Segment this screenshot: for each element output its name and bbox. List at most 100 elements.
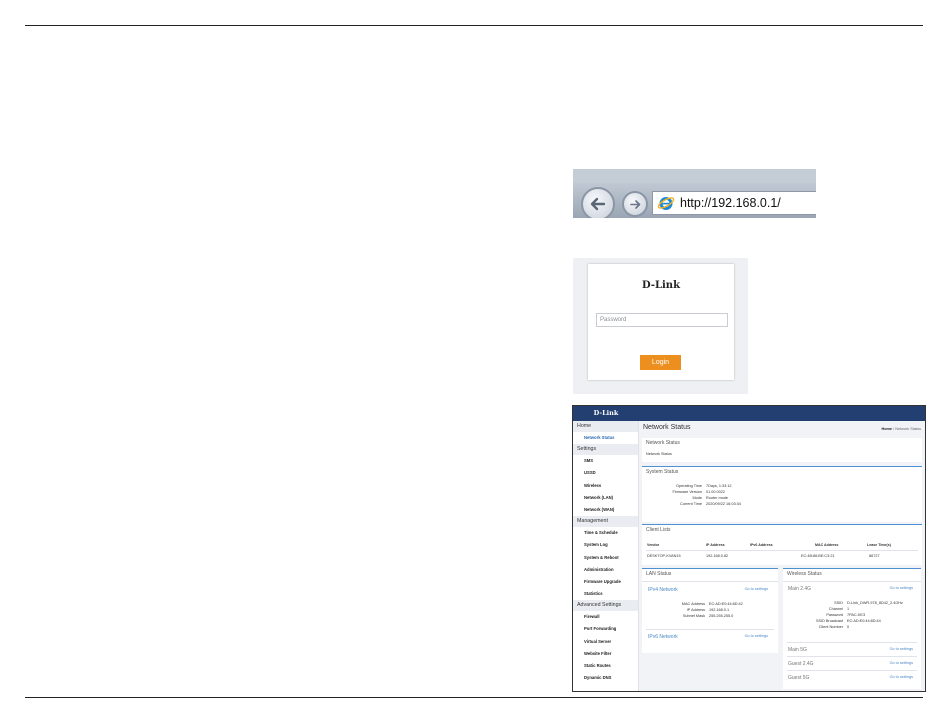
system-status-box: System Status Operating Time 7Days, 1:33…	[642, 466, 922, 522]
sidebar-item-system-reboot[interactable]: System & Reboot	[573, 552, 638, 564]
arrow-left-icon	[590, 197, 606, 211]
page-title: Network Status	[643, 424, 691, 431]
operating-time-label: Operating Time	[676, 484, 702, 488]
sidebar-item-network-status[interactable]: Network Status	[573, 432, 638, 444]
sidebar-item-firewall[interactable]: Firewall	[573, 611, 638, 623]
sidebar-item-sms[interactable]: SMS	[573, 455, 638, 467]
subnet-mask-label: Subnet Mask	[682, 614, 705, 618]
current-time-value: 2020/09/22 16:03:34	[706, 502, 741, 506]
router-network-status-page: D-Link Home Network Status Settings SMS …	[572, 405, 926, 692]
bottom-rule	[25, 697, 923, 698]
mode-value: Router mode	[706, 496, 728, 500]
arrow-right-icon	[629, 199, 640, 209]
sidebar-item-network-wan[interactable]: Network (WAN)	[573, 504, 638, 516]
client-table-divider	[646, 550, 918, 551]
back-button[interactable]	[581, 187, 615, 218]
lan-ipv6-go-to-settings[interactable]: Go to settings	[745, 634, 768, 638]
sidebar-item-port-forwarding[interactable]: Port Forwarding	[573, 623, 638, 635]
client-lists-title: Client Lists	[646, 527, 671, 533]
password-label: Password	[826, 613, 843, 617]
sidebar-item-static-routes[interactable]: Static Routes	[573, 660, 638, 672]
system-status-title: System Status	[646, 469, 679, 475]
breadcrumb: Home / Network Status	[882, 427, 922, 431]
sidebar-item-statistics[interactable]: Statistics	[573, 588, 638, 600]
mode-label: Mode	[692, 496, 703, 500]
ip-address-label: IP Address	[686, 608, 705, 612]
login-page: D-Link Password Login	[573, 258, 748, 394]
sidebar-section-home[interactable]: Home	[573, 421, 638, 432]
lan-ipv4-go-to-settings[interactable]: Go to settings	[745, 587, 768, 591]
col-lease-time: Lease Time(s)	[867, 543, 891, 547]
password-input[interactable]: Password	[596, 313, 728, 327]
client-number-value: 0	[847, 625, 850, 629]
main-2-4g-label: Main 2.4G	[788, 586, 812, 592]
internet-explorer-icon	[657, 197, 675, 210]
ssid-label: SSID	[834, 601, 843, 605]
forward-button[interactable]	[622, 191, 648, 217]
wireless-divider-main5g	[787, 642, 917, 643]
ipv6-network-label: IPv6 Network	[648, 634, 678, 640]
client-number-label: Client Number	[818, 625, 843, 629]
lan-status-box: LAN Status IPv4 Network Go to settings M…	[642, 568, 778, 653]
main-2-4g-go-to-settings[interactable]: Go to settings	[890, 586, 913, 590]
main-5g-label: Main 5G	[788, 647, 807, 653]
guest-2-4g-label: Guest 2.4G	[788, 661, 814, 667]
sidebar-item-wireless[interactable]: Wireless	[573, 480, 638, 492]
channel-value: 1	[847, 607, 850, 611]
sidebar-item-dynamic-dns[interactable]: Dynamic DNS	[573, 672, 638, 684]
ipv4-network-label: IPv4 Network	[648, 587, 678, 593]
wireless-divider-top	[783, 581, 921, 582]
ssid-value: D-Link_DWR-978_8D42_2.4GHz	[847, 601, 903, 605]
url-text: http://192.168.0.1/	[680, 196, 781, 210]
router-header: D-Link	[573, 406, 925, 421]
url-field[interactable]: http://192.168.0.1/	[652, 191, 816, 215]
lan-divider-ipv6	[646, 629, 774, 630]
sidebar-item-firmware-upgrade[interactable]: Firmware Upgrade	[573, 576, 638, 588]
top-rule	[25, 25, 923, 26]
network-status-value: Network Status	[646, 452, 672, 456]
client-vendor: DESKTOP-KVAN15	[647, 554, 681, 558]
wireless-status-box: Wireless Status Main 2.4G Go to settings…	[783, 568, 921, 689]
sidebar-item-website-filter[interactable]: Website Filter	[573, 648, 638, 660]
col-vendor: Vendor	[647, 543, 660, 547]
operating-time-value: 7Days, 1:33:12	[706, 484, 732, 488]
guest-5g-go-to-settings[interactable]: Go to settings	[890, 675, 913, 679]
col-mac-address: MAC Address	[815, 543, 839, 547]
breadcrumb-home[interactable]: Home	[882, 427, 893, 431]
ip-address-value: 192.168.0.1	[709, 608, 730, 612]
password-value: 7PAC-KE3	[847, 613, 866, 617]
client-mac: EC:4B:86:BE:C3:21	[801, 554, 835, 558]
login-card: D-Link Password Login	[588, 264, 734, 380]
lan-status-title: LAN Status	[646, 571, 672, 577]
ssid-broadcast-label: SSID Broadcast	[815, 619, 843, 623]
lan-divider-top	[642, 581, 778, 582]
breadcrumb-current: Network Status	[895, 427, 921, 431]
sidebar-section-advanced[interactable]: Advanced Settings	[573, 600, 638, 612]
client-lease-time: 86727	[869, 554, 880, 558]
sidebar-item-time-schedule[interactable]: Time & Schedule	[573, 527, 638, 539]
sidebar-item-network-lan[interactable]: Network (LAN)	[573, 492, 638, 504]
subnet-mask-value: 255.255.255.0	[709, 614, 734, 618]
router-main: Network Status Home / Network Status Net…	[639, 421, 925, 691]
guest-2-4g-go-to-settings[interactable]: Go to settings	[890, 661, 913, 665]
client-ip: 192.168.0.82	[706, 554, 729, 558]
router-dlink-logo: D-Link	[593, 409, 619, 417]
sidebar-item-system-log[interactable]: System Log	[573, 539, 638, 551]
sidebar-item-administration[interactable]: Administration	[573, 564, 638, 576]
current-time-label: Current Time	[680, 502, 702, 506]
router-sidebar: Home Network Status Settings SMS USSD Wi…	[573, 421, 639, 691]
sidebar-item-virtual-server[interactable]: Virtual Server	[573, 636, 638, 648]
network-status-title: Network Status	[646, 440, 680, 446]
main-5g-go-to-settings[interactable]: Go to settings	[890, 647, 913, 651]
col-ipv6-address: IPv6 Address	[750, 543, 773, 547]
ssid-broadcast-value: EC:AD:E0:44:8D:44	[847, 619, 881, 623]
login-button[interactable]: Login	[640, 355, 681, 370]
wireless-divider-guest5g	[787, 670, 917, 671]
browser-tab-strip	[573, 169, 816, 183]
sidebar-section-management[interactable]: Management	[573, 516, 638, 528]
channel-label: Channel	[828, 607, 843, 611]
sidebar-item-ussd[interactable]: USSD	[573, 467, 638, 479]
client-lists-box: Client Lists Vendor IP Address IPv6 Addr…	[642, 524, 922, 565]
network-status-box: Network Status Network Status	[642, 438, 922, 462]
sidebar-section-settings[interactable]: Settings	[573, 444, 638, 456]
